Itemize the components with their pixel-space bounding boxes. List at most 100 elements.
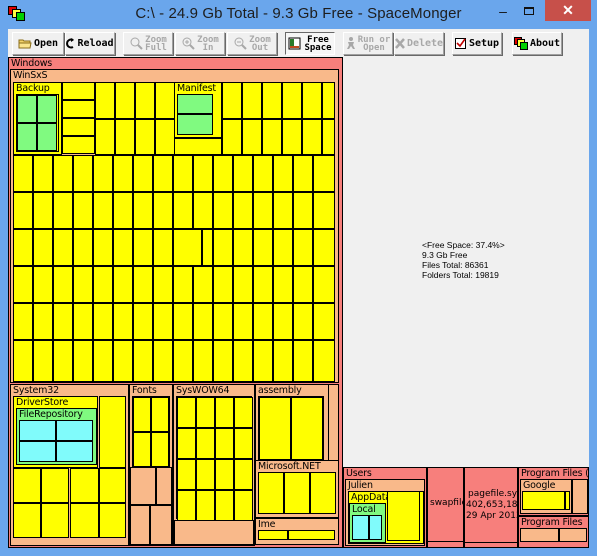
about-button[interactable]: About <box>512 32 562 55</box>
file-block[interactable] <box>328 384 339 466</box>
file-block[interactable] <box>253 340 273 382</box>
file-block[interactable] <box>53 192 73 229</box>
file-block[interactable] <box>322 82 335 119</box>
file-block[interactable] <box>93 192 113 229</box>
file-block[interactable] <box>73 303 93 340</box>
file-block[interactable] <box>273 155 293 192</box>
close-button[interactable]: ✕ <box>545 0 591 21</box>
file-block[interactable] <box>253 303 273 340</box>
file-block[interactable] <box>173 340 193 382</box>
file-block[interactable] <box>151 397 169 432</box>
file-block[interactable] <box>213 229 233 266</box>
file-block[interactable] <box>33 340 53 382</box>
free-space-button[interactable]: Free Space <box>285 32 335 55</box>
file-block[interactable] <box>196 428 215 459</box>
file-block[interactable] <box>19 420 56 441</box>
file-block[interactable] <box>173 229 202 266</box>
file-block[interactable] <box>215 428 234 459</box>
file-block[interactable] <box>215 397 234 428</box>
file-block[interactable] <box>242 82 262 119</box>
file-block[interactable] <box>291 397 323 460</box>
file-block[interactable] <box>130 505 150 545</box>
title-bar[interactable]: C:\ - 24.9 Gb Total - 9.3 Gb Free - Spac… <box>0 0 597 29</box>
file-block[interactable] <box>13 468 41 503</box>
file-block[interactable] <box>273 266 293 303</box>
file-block[interactable] <box>273 340 293 382</box>
file-block[interactable] <box>222 119 242 155</box>
zoom-full-button[interactable]: Zoom Full <box>123 32 173 55</box>
file-block[interactable] <box>322 119 335 155</box>
file-block[interactable] <box>387 491 420 541</box>
file-block[interactable] <box>99 503 126 538</box>
file-block[interactable] <box>53 266 73 303</box>
file-block[interactable] <box>565 491 570 510</box>
file-block[interactable] <box>177 428 196 459</box>
file-block[interactable] <box>73 229 93 266</box>
file-block[interactable] <box>19 441 56 462</box>
zoom-in-button[interactable]: Zoom In <box>175 32 225 55</box>
file-block[interactable] <box>258 472 284 514</box>
file-block[interactable] <box>133 192 153 229</box>
file-block[interactable] <box>56 420 93 441</box>
file-block[interactable] <box>133 155 153 192</box>
minimize-button[interactable]: – <box>490 0 516 21</box>
file-block[interactable] <box>33 229 53 266</box>
file-block[interactable] <box>293 266 313 303</box>
file-block[interactable] <box>153 303 173 340</box>
file-block[interactable] <box>259 397 291 460</box>
file-block[interactable] <box>196 397 215 428</box>
file-block[interactable] <box>41 468 69 503</box>
file-block[interactable] <box>70 468 99 503</box>
open-button[interactable]: Open <box>12 32 64 55</box>
file-block[interactable] <box>113 155 133 192</box>
file-block[interactable] <box>282 82 302 119</box>
file-block[interactable] <box>293 303 313 340</box>
file-block[interactable] <box>313 192 335 229</box>
file-block[interactable] <box>310 472 336 514</box>
file-block[interactable] <box>62 100 95 118</box>
file-block[interactable] <box>53 155 73 192</box>
file-block[interactable] <box>559 528 587 542</box>
file-block[interactable] <box>93 266 113 303</box>
file-block[interactable] <box>113 266 133 303</box>
file-block[interactable] <box>113 303 133 340</box>
file-block[interactable] <box>95 82 115 119</box>
file-block[interactable] <box>253 266 273 303</box>
file-block[interactable] <box>177 459 196 490</box>
file-block[interactable] <box>13 155 33 192</box>
file-block[interactable] <box>233 155 253 192</box>
file-block[interactable] <box>33 192 53 229</box>
file-block[interactable] <box>155 82 175 119</box>
file-block[interactable] <box>293 229 313 266</box>
file-block[interactable] <box>234 490 253 521</box>
file-block[interactable] <box>93 229 113 266</box>
file-block[interactable] <box>302 119 322 155</box>
file-block[interactable] <box>173 303 193 340</box>
file-block[interactable] <box>193 340 213 382</box>
file-block[interactable] <box>113 192 133 229</box>
setup-button[interactable]: Setup <box>452 32 502 55</box>
file-block[interactable] <box>258 530 288 540</box>
file-block[interactable] <box>37 123 57 151</box>
treemap-view[interactable]: <Free Space: 37.4%> 9.3 Gb Free Files To… <box>8 57 589 548</box>
file-block[interactable] <box>313 155 335 192</box>
file-block[interactable] <box>369 515 382 540</box>
file-block[interactable] <box>13 303 33 340</box>
file-block[interactable] <box>520 528 559 542</box>
file-block[interactable] <box>93 155 113 192</box>
reload-button[interactable]: Reload <box>65 32 115 55</box>
file-block[interactable] <box>273 303 293 340</box>
file-block[interactable] <box>233 303 253 340</box>
delete-button[interactable]: Delete <box>394 32 444 55</box>
file-block[interactable] <box>213 303 233 340</box>
file-block[interactable] <box>262 82 282 119</box>
file-block[interactable] <box>233 340 253 382</box>
file-swapfile[interactable]: swapfile.sys <box>427 467 464 548</box>
file-block[interactable] <box>99 468 126 503</box>
file-block[interactable] <box>155 119 175 155</box>
file-block[interactable] <box>153 155 173 192</box>
file-block[interactable] <box>13 503 41 538</box>
file-block[interactable] <box>133 340 153 382</box>
file-pagefile[interactable]: pagefile.sys402,653,184 bytes29 Apr 2013 <box>464 467 518 548</box>
file-block[interactable] <box>153 229 173 266</box>
